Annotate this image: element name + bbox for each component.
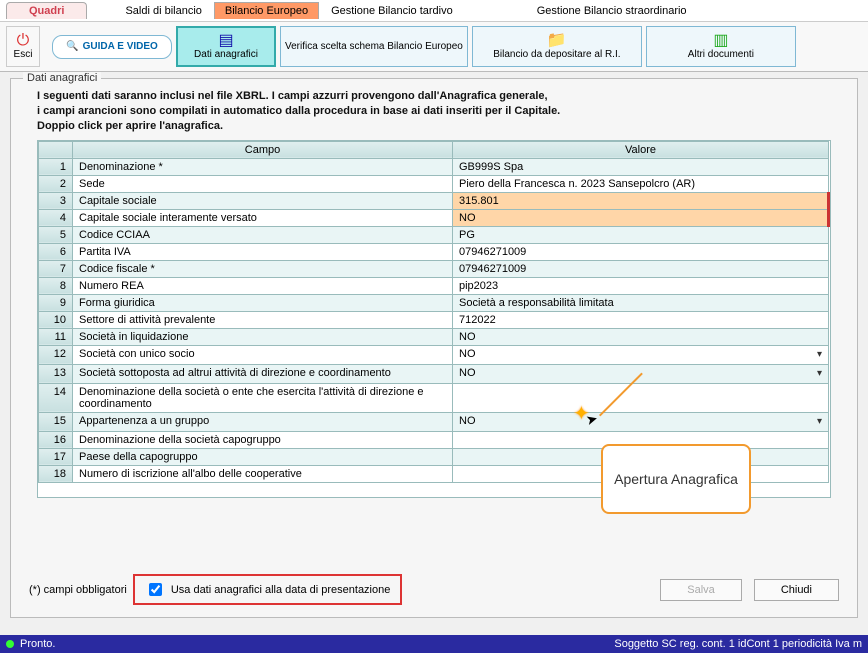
dati-anagrafici-button[interactable]: ▤ Dati anagrafici — [176, 26, 276, 67]
intro-line-1: I seguenti dati saranno inclusi nel file… — [37, 89, 831, 104]
guide-label: GUIDA E VIDEO — [83, 41, 158, 52]
guide-button[interactable]: 🔍 GUIDA E VIDEO — [52, 35, 172, 59]
row-number: 15 — [39, 412, 73, 431]
row-number: 4 — [39, 209, 73, 226]
col-valore: Valore — [453, 141, 829, 158]
valore-cell[interactable]: 07946271009 — [453, 260, 829, 277]
deposito-button[interactable]: 📁 Bilancio da depositare al R.I. — [472, 26, 642, 67]
status-right-text: Soggetto SC reg. cont. 1 idCont 1 period… — [614, 638, 862, 650]
campo-cell[interactable]: Denominazione * — [73, 158, 453, 175]
campo-cell[interactable]: Codice fiscale * — [73, 260, 453, 277]
esci-button[interactable]: ⏻ Esci — [6, 26, 40, 67]
col-campo: Campo — [73, 141, 453, 158]
valore-cell[interactable]: GB999S Spa — [453, 158, 829, 175]
valore-cell[interactable] — [453, 383, 829, 412]
campo-cell[interactable]: Paese della capogruppo — [73, 448, 453, 465]
checkbox-highlight: Usa dati anagrafici alla data di present… — [133, 574, 403, 605]
tab-bilancio-europeo[interactable]: Bilancio Europeo — [214, 2, 319, 19]
valore-cell[interactable]: NO▾ — [453, 345, 829, 364]
campo-cell[interactable]: Numero di iscrizione all'albo delle coop… — [73, 465, 453, 482]
valore-cell[interactable]: PG — [453, 226, 829, 243]
top-tabs: Quadri Saldi di bilancio Bilancio Europe… — [0, 0, 868, 22]
row-number: 17 — [39, 448, 73, 465]
campo-cell[interactable]: Numero REA — [73, 277, 453, 294]
callout-box: Apertura Anagrafica — [601, 444, 751, 514]
campo-cell[interactable]: Partita IVA — [73, 243, 453, 260]
obbligatori-label: (*) campi obbligatori — [29, 584, 127, 596]
status-bar: Pronto. Soggetto SC reg. cont. 1 idCont … — [0, 635, 868, 653]
campo-cell[interactable]: Forma giuridica — [73, 294, 453, 311]
campo-cell[interactable]: Denominazione della società capogruppo — [73, 431, 453, 448]
bottom-row: (*) campi obbligatori Usa dati anagrafic… — [29, 574, 839, 605]
valore-cell[interactable]: NO — [453, 328, 829, 345]
row-number: 8 — [39, 277, 73, 294]
valore-cell[interactable]: 712022 — [453, 311, 829, 328]
campo-cell[interactable]: Settore di attività prevalente — [73, 311, 453, 328]
document-icon: ▤ — [218, 33, 233, 49]
campo-cell[interactable]: Società con unico socio — [73, 345, 453, 364]
valore-cell[interactable]: 315.801 — [453, 192, 829, 209]
document-green-icon: ▥ — [713, 33, 728, 49]
row-number: 2 — [39, 175, 73, 192]
row-number: 10 — [39, 311, 73, 328]
dati-anagrafici-label: Dati anagrafici — [194, 49, 258, 60]
valore-cell[interactable]: Piero della Francesca n. 2023 Sansepolcr… — [453, 175, 829, 192]
dati-anagrafici-panel: Dati anagrafici I seguenti dati saranno … — [10, 78, 858, 618]
folder-icon: 📁 — [547, 33, 567, 49]
row-number: 11 — [39, 328, 73, 345]
campo-cell[interactable]: Società in liquidazione — [73, 328, 453, 345]
altri-button[interactable]: ▥ Altri documenti — [646, 26, 796, 67]
valore-cell[interactable]: NO▾ — [453, 412, 829, 431]
intro-text: I seguenti dati saranno inclusi nel file… — [37, 89, 831, 134]
row-number: 18 — [39, 465, 73, 482]
tab-tardivo[interactable]: Gestione Bilancio tardivo — [321, 3, 463, 19]
use-data-checkbox-label[interactable]: Usa dati anagrafici alla data di present… — [171, 584, 391, 596]
campo-cell[interactable]: Società sottoposta ad altrui attività di… — [73, 364, 453, 383]
tab-quadri[interactable]: Quadri — [6, 2, 87, 19]
chevron-down-icon[interactable]: ▾ — [817, 415, 822, 429]
callout-text: Apertura Anagrafica — [614, 471, 738, 487]
verifica-label: Verifica scelta schema Bilancio Europeo — [285, 41, 463, 52]
tab-saldi[interactable]: Saldi di bilancio — [115, 3, 211, 19]
toolbar: ⏻ Esci 🔍 GUIDA E VIDEO ▤ Dati anagrafici… — [0, 22, 868, 72]
intro-line-2: i campi arancioni sono compilati in auto… — [37, 104, 831, 119]
campo-cell[interactable]: Appartenenza a un gruppo — [73, 412, 453, 431]
row-number: 5 — [39, 226, 73, 243]
valore-cell[interactable]: pip2023 — [453, 277, 829, 294]
row-number: 9 — [39, 294, 73, 311]
intro-line-3: Doppio click per aprire l'anagrafica. — [37, 119, 831, 134]
campo-cell[interactable]: Capitale sociale — [73, 192, 453, 209]
verifica-button[interactable]: Verifica scelta schema Bilancio Europeo — [280, 26, 468, 67]
altri-label: Altri documenti — [688, 49, 754, 60]
panel-title: Dati anagrafici — [23, 72, 101, 84]
row-number: 16 — [39, 431, 73, 448]
row-number: 12 — [39, 345, 73, 364]
campo-cell[interactable]: Sede — [73, 175, 453, 192]
row-number: 13 — [39, 364, 73, 383]
use-data-checkbox[interactable] — [149, 583, 162, 596]
campo-cell[interactable]: Codice CCIAA — [73, 226, 453, 243]
deposito-label: Bilancio da depositare al R.I. — [493, 49, 620, 60]
row-number: 7 — [39, 260, 73, 277]
chevron-down-icon[interactable]: ▾ — [817, 367, 822, 381]
row-number: 3 — [39, 192, 73, 209]
valore-cell[interactable]: NO — [453, 209, 829, 226]
status-left-text: Pronto. — [20, 638, 55, 650]
status-dot-icon — [6, 640, 14, 648]
col-rownum — [39, 141, 73, 158]
campo-cell[interactable]: Capitale sociale interamente versato — [73, 209, 453, 226]
valore-cell[interactable]: Società a responsabilità limitata — [453, 294, 829, 311]
magnifier-icon: 🔍 — [66, 41, 78, 52]
save-button[interactable]: Salva — [660, 579, 742, 601]
row-number: 1 — [39, 158, 73, 175]
row-number: 6 — [39, 243, 73, 260]
close-button[interactable]: Chiudi — [754, 579, 839, 601]
esci-label: Esci — [14, 49, 33, 60]
campo-cell[interactable]: Denominazione della società o ente che e… — [73, 383, 453, 412]
power-icon: ⏻ — [17, 33, 30, 49]
valore-cell[interactable]: 07946271009 — [453, 243, 829, 260]
tab-straordinario[interactable]: Gestione Bilancio straordinario — [527, 3, 697, 19]
chevron-down-icon[interactable]: ▾ — [817, 348, 822, 362]
row-number: 14 — [39, 383, 73, 412]
